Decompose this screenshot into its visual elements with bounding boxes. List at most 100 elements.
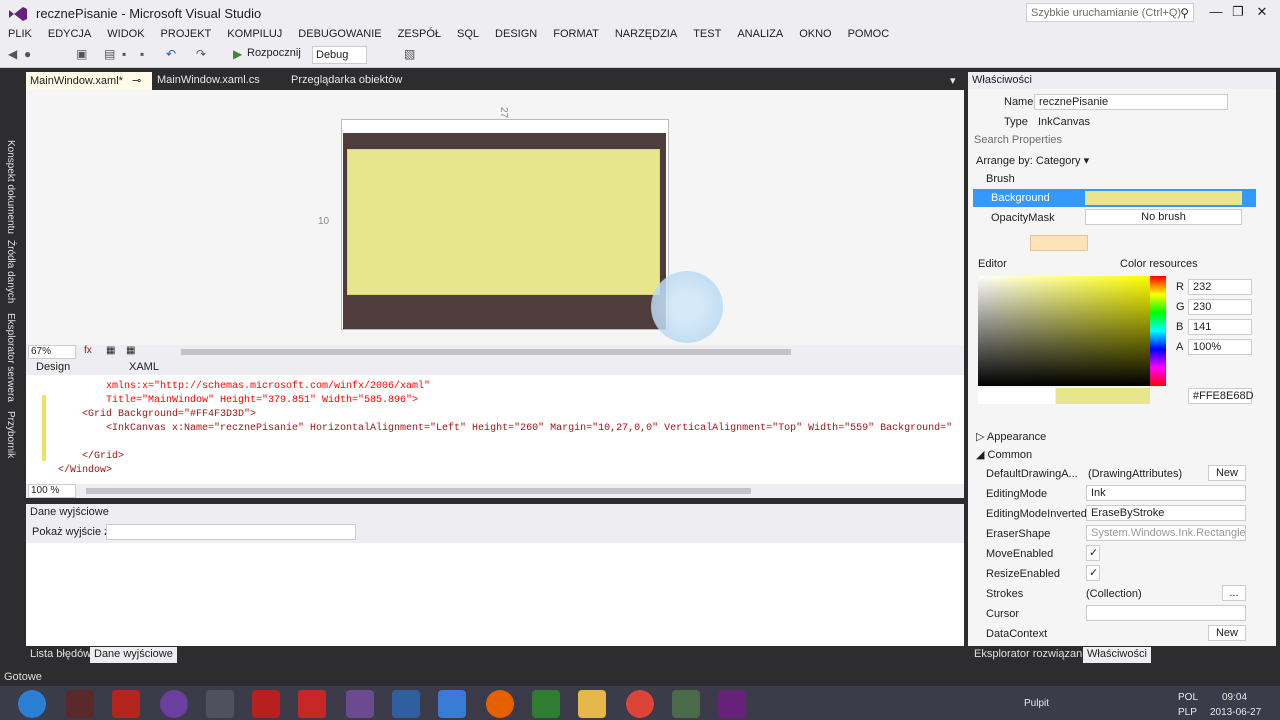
menu-test[interactable]: TEST (685, 26, 729, 43)
undo-icon[interactable]: ↶ (166, 47, 176, 61)
attach-icon[interactable]: ▧ (404, 47, 415, 61)
menu-zespol[interactable]: ZESPÓŁ (390, 26, 449, 43)
common-category[interactable]: ◢ Common (976, 448, 1032, 461)
app-icon[interactable] (672, 690, 700, 718)
firefox-icon[interactable] (486, 690, 514, 718)
pin-icon[interactable]: ⊸ (132, 75, 141, 87)
save-icon[interactable]: ▪ (122, 47, 126, 61)
tab-document-outline[interactable]: Konspekt dokumentu (5, 140, 16, 234)
redo-icon[interactable]: ↷ (196, 47, 206, 61)
hex-input[interactable]: #FFE8E68D (1188, 388, 1254, 404)
output-body[interactable] (26, 543, 964, 646)
language-label[interactable]: POL (1178, 692, 1198, 703)
clock-time[interactable]: 09:04 (1222, 692, 1247, 703)
app-icon[interactable] (66, 690, 94, 718)
tab-object-browser[interactable]: Przeglądarka obiektów (287, 72, 406, 90)
snap-grid-icon[interactable]: ▦ (126, 345, 135, 356)
save-all-icon[interactable]: ▪ (140, 47, 144, 61)
inkcanvas-element[interactable] (347, 149, 660, 295)
tab-output[interactable]: Dane wyjściowe (90, 647, 177, 663)
minimize-button[interactable]: — (1206, 4, 1226, 19)
code-scrollbar[interactable] (86, 488, 751, 494)
app-icon[interactable] (206, 690, 234, 718)
new-project-icon[interactable]: ▣ (76, 47, 87, 61)
visual-studio-taskbar-icon[interactable] (718, 690, 746, 718)
opacity-mask-value[interactable]: No brush (1085, 209, 1242, 225)
tab-error-list[interactable]: Lista błędów (26, 647, 95, 663)
app-icon[interactable] (298, 690, 326, 718)
color-picker-area[interactable] (978, 276, 1150, 386)
keyboard-label[interactable]: PLP (1178, 707, 1197, 718)
arrange-by-select[interactable]: Arrange by: Category ▾ (976, 154, 1089, 167)
menu-plik[interactable]: PLIK (0, 26, 40, 43)
tab-xaml[interactable]: XAML (129, 361, 159, 373)
eraser-shape-value[interactable]: System.Windows.Ink.RectangleSt... (1086, 525, 1246, 541)
editing-mode-select[interactable]: Ink (1086, 485, 1246, 501)
menu-analiza[interactable]: ANALIZA (729, 26, 791, 43)
menu-format[interactable]: FORMAT (545, 26, 607, 43)
color-resources-tab[interactable]: Color resources (1120, 258, 1198, 270)
filezilla-icon[interactable] (112, 690, 140, 718)
new-button[interactable]: New (1208, 625, 1246, 641)
app-icon[interactable] (160, 690, 188, 718)
editor-tab[interactable]: Editor (978, 258, 1007, 270)
search-properties-input[interactable]: Search Properties (974, 134, 1062, 146)
appearance-category[interactable]: ▷ Appearance (976, 430, 1046, 443)
tab-mainwindow-xaml[interactable]: MainWindow.xaml* ⊸ ✕ (26, 72, 152, 100)
name-input[interactable]: recznePisanie (1034, 94, 1228, 110)
start-icon[interactable]: ▶ (233, 47, 242, 61)
xaml-code-editor[interactable]: xmlns:x="http://schemas.microsoft.com/wi… (26, 375, 964, 484)
hue-slider[interactable] (1150, 276, 1166, 386)
quick-launch-input[interactable]: Szybkie uruchamianie (Ctrl+Q) ⚲ (1026, 3, 1194, 22)
fx-icon[interactable]: fx (84, 345, 92, 356)
tab-properties[interactable]: Właściwości (1083, 647, 1151, 663)
start-button[interactable]: Rozpocznij (247, 47, 301, 59)
grid-icon[interactable]: ▦ (106, 345, 115, 356)
tab-server-explorer[interactable]: Eksplorator serwera (5, 313, 16, 402)
menu-debugowanie[interactable]: DEBUGOWANIE (290, 26, 389, 43)
resize-enabled-checkbox[interactable]: ✓ (1086, 565, 1100, 581)
app-icon[interactable] (252, 690, 280, 718)
menu-okno[interactable]: OKNO (791, 26, 839, 43)
desktop-label[interactable]: Pulpit (1024, 698, 1049, 709)
move-enabled-checkbox[interactable]: ✓ (1086, 545, 1100, 561)
app-icon[interactable] (346, 690, 374, 718)
designer-zoom-select[interactable]: 67% (28, 345, 76, 359)
app-icon[interactable] (438, 690, 466, 718)
tab-solution-explorer[interactable]: Eksplorator rozwiązania (970, 647, 1095, 663)
editing-mode-inverted-select[interactable]: EraseByStroke (1086, 505, 1246, 521)
menu-projekt[interactable]: PROJEKT (153, 26, 220, 43)
tab-toolbox[interactable]: Przybornik (5, 411, 16, 458)
folder-icon[interactable] (578, 690, 606, 718)
background-swatch[interactable] (1085, 191, 1242, 205)
app-icon[interactable] (392, 690, 420, 718)
a-input[interactable]: 100% (1188, 339, 1252, 355)
solid-brush-icon[interactable] (1030, 235, 1088, 251)
g-input[interactable]: 230 (1188, 299, 1252, 315)
r-input[interactable]: 232 (1188, 279, 1252, 295)
horizontal-scrollbar[interactable] (181, 349, 791, 355)
back-icon[interactable]: ◀ (8, 47, 17, 61)
brush-category[interactable]: Brush (986, 173, 1015, 185)
start-orb-icon[interactable] (18, 690, 46, 718)
chrome-icon[interactable] (626, 690, 654, 718)
maximize-button[interactable]: ❐ (1228, 4, 1248, 20)
menu-pomoc[interactable]: POMOC (840, 26, 898, 43)
menu-edycja[interactable]: EDYCJA (40, 26, 99, 43)
menu-kompiluj[interactable]: KOMPILUJ (219, 26, 290, 43)
menu-narzedzia[interactable]: NARZĘDZIA (607, 26, 685, 43)
menu-sql[interactable]: SQL (449, 26, 487, 43)
tab-dropdown-icon[interactable]: ▾ (946, 72, 960, 90)
cursor-select[interactable] (1086, 605, 1246, 621)
open-icon[interactable]: ▤ (104, 47, 115, 61)
forward-icon[interactable]: ● (24, 47, 31, 61)
menu-design[interactable]: DESIGN (487, 26, 545, 43)
config-select[interactable]: Debug (312, 46, 367, 64)
tab-data-sources[interactable]: Źródła danych (5, 240, 16, 303)
strokes-edit-button[interactable]: ... (1222, 585, 1246, 601)
clock-date[interactable]: 2013-06-27 (1210, 707, 1261, 718)
b-input[interactable]: 141 (1188, 319, 1252, 335)
tab-mainwindow-cs[interactable]: MainWindow.xaml.cs (153, 72, 264, 90)
output-source-select[interactable] (106, 524, 356, 540)
menu-widok[interactable]: WIDOK (99, 26, 152, 43)
